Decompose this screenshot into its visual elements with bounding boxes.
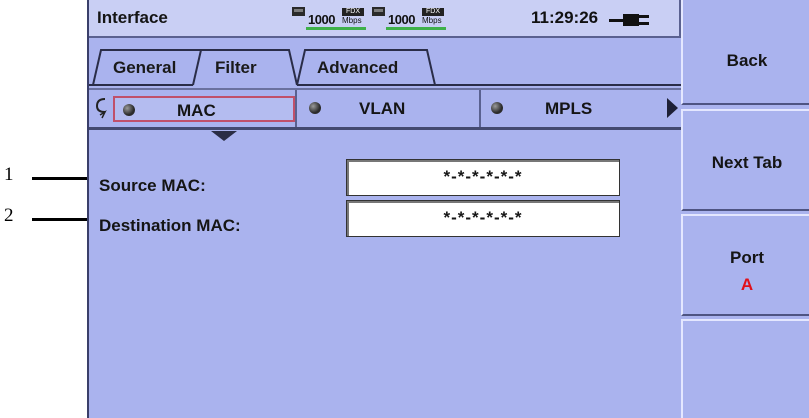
callout-line-2 bbox=[32, 218, 90, 221]
next-tab-button-label: Next Tab bbox=[711, 153, 783, 172]
status-title: Interface bbox=[97, 8, 168, 27]
sub-tab-bar: MAC VLAN MPLS bbox=[89, 88, 681, 130]
callout-line-1 bbox=[32, 177, 90, 180]
destination-mac-value: *-*-*-*-*-* bbox=[443, 208, 523, 227]
next-tab-button[interactable]: Next Tab bbox=[681, 109, 809, 211]
port1-indicator: 1000 FDX Mbps bbox=[292, 6, 372, 32]
port2-duplex: FDX bbox=[422, 8, 444, 16]
source-mac-value: *-*-*-*-*-* bbox=[443, 167, 523, 186]
port-button-label: Port bbox=[730, 248, 764, 267]
source-mac-field[interactable]: *-*-*-*-*-* bbox=[346, 159, 620, 196]
power-plug-icon bbox=[609, 14, 649, 26]
port-button[interactable]: Port A bbox=[681, 214, 809, 316]
sub-tab-mac-label: MAC bbox=[177, 101, 216, 120]
sub-tab-mpls-label: MPLS bbox=[545, 99, 593, 118]
clock: 11:29:26 bbox=[531, 8, 599, 27]
tab-filter-label: Filter bbox=[215, 58, 257, 77]
tab-advanced[interactable]: Advanced bbox=[303, 48, 429, 84]
sub-tab-mpls[interactable]: MPLS bbox=[483, 96, 661, 122]
tab-advanced-label: Advanced bbox=[317, 58, 399, 77]
tab-general-label: General bbox=[113, 58, 177, 77]
tab-general[interactable]: General bbox=[99, 48, 195, 84]
back-button-label: Back bbox=[726, 51, 768, 70]
ethernet-port-icon bbox=[292, 7, 305, 16]
device-screen: Interface 1000 FDX Mbps 1000 FDX Mbps 11… bbox=[87, 0, 809, 418]
softkey-panel: Back Next Tab Port A bbox=[681, 0, 809, 418]
scroll-left-icon[interactable] bbox=[94, 97, 108, 119]
port2-link-bar bbox=[386, 27, 446, 30]
destination-mac-label: Destination MAC: bbox=[99, 216, 241, 235]
source-mac-label: Source MAC: bbox=[99, 176, 206, 195]
radio-indicator-icon bbox=[309, 102, 321, 114]
port1-unit: Mbps bbox=[342, 16, 362, 25]
tab-filter[interactable]: Filter bbox=[199, 48, 295, 84]
ethernet-port-icon bbox=[372, 7, 385, 16]
radio-indicator-icon bbox=[123, 104, 135, 116]
sub-tab-vlan[interactable]: VLAN bbox=[301, 96, 479, 122]
port2-unit: Mbps bbox=[422, 16, 442, 25]
callout-number-2: 2 bbox=[4, 205, 14, 226]
sub-tab-mac[interactable]: MAC bbox=[113, 96, 295, 122]
back-button[interactable]: Back bbox=[681, 0, 809, 105]
port1-duplex: FDX bbox=[342, 8, 364, 16]
port-value: A bbox=[740, 275, 754, 294]
callout-number-1: 1 bbox=[4, 164, 14, 185]
port1-link-bar bbox=[306, 27, 366, 30]
port2-speed: 1000 bbox=[388, 12, 415, 27]
status-bar: Interface 1000 FDX Mbps 1000 FDX Mbps 11… bbox=[89, 0, 681, 38]
empty-softkey[interactable] bbox=[681, 319, 809, 418]
destination-mac-field[interactable]: *-*-*-*-*-* bbox=[346, 200, 620, 237]
selected-tab-pointer-icon bbox=[211, 131, 237, 141]
tab-bar: General Filter Advanced bbox=[89, 38, 681, 86]
sub-tab-divider bbox=[295, 90, 297, 127]
port2-indicator: 1000 FDX Mbps bbox=[372, 6, 452, 32]
sub-tab-divider bbox=[479, 90, 481, 127]
scroll-right-arrow-icon[interactable] bbox=[664, 96, 680, 120]
radio-indicator-icon bbox=[491, 102, 503, 114]
port1-speed: 1000 bbox=[308, 12, 335, 27]
sub-tab-vlan-label: VLAN bbox=[359, 99, 406, 118]
